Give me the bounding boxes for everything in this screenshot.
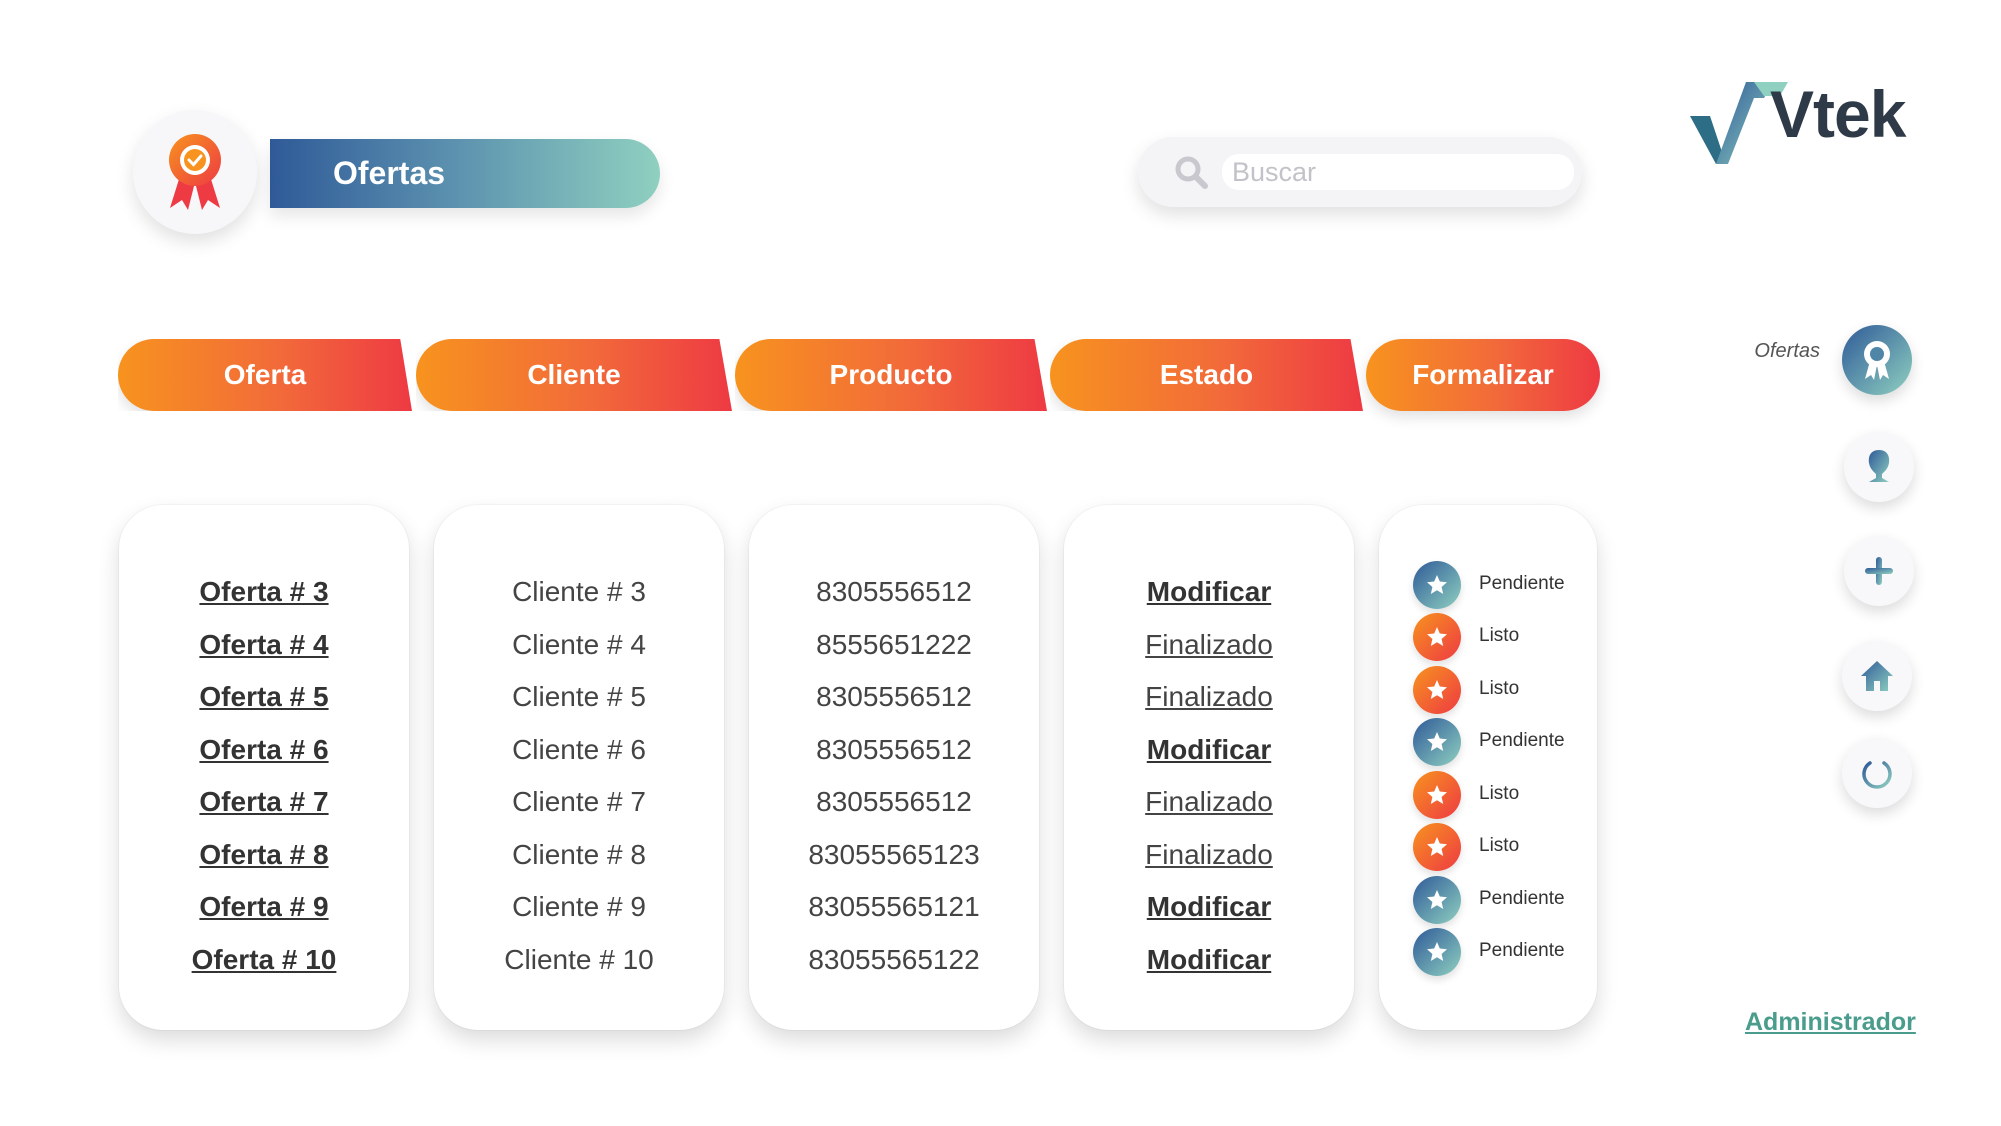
award-ribbon-icon [1864, 341, 1890, 380]
search-input[interactable] [1222, 154, 1574, 190]
home-icon [1861, 661, 1893, 691]
estado-modificar-link[interactable]: Modificar [1064, 943, 1354, 977]
estado-modificar-link[interactable]: Modificar [1064, 575, 1354, 609]
nav-home-button[interactable] [1842, 641, 1912, 711]
oferta-link[interactable]: Oferta # 9 [119, 890, 409, 924]
oferta-link[interactable]: Oferta # 7 [119, 785, 409, 819]
plus-icon [1865, 557, 1893, 585]
producto-cell: 8305556512 [816, 734, 972, 765]
star-icon [1427, 785, 1447, 804]
administrador-link[interactable]: Administrador [1745, 1008, 1916, 1037]
status-label: Listo [1479, 625, 1520, 646]
status-row[interactable]: Listo [1379, 613, 1597, 663]
star-icon [1427, 575, 1447, 594]
status-label: Pendiente [1479, 730, 1565, 751]
cliente-cell: Cliente # 3 [512, 576, 646, 607]
oferta-link[interactable]: Oferta # 5 [119, 680, 409, 714]
status-listo-icon[interactable] [1413, 613, 1461, 661]
producto-column-card: 8305556512 8555651222 8305556512 8305556… [749, 505, 1039, 1030]
star-icon [1427, 680, 1447, 699]
cliente-cell: Cliente # 10 [504, 944, 654, 975]
cliente-column-card: Cliente # 3 Cliente # 4 Cliente # 5 Clie… [434, 505, 724, 1030]
star-icon [1427, 890, 1447, 909]
status-row[interactable]: Listo [1379, 771, 1597, 821]
oferta-link[interactable]: Oferta # 8 [119, 838, 409, 872]
power-icon [1862, 756, 1892, 789]
status-row[interactable]: Pendiente [1379, 928, 1597, 978]
ofertas-badge [133, 110, 257, 234]
search-icon [1175, 156, 1208, 189]
cliente-cell: Cliente # 7 [512, 786, 646, 817]
vtek-logo: Vtek [1688, 77, 1918, 166]
producto-cell: 8555651222 [816, 629, 972, 660]
status-pendiente-icon[interactable] [1413, 718, 1461, 766]
column-header-cliente[interactable]: Cliente [416, 339, 732, 411]
cliente-cell: Cliente # 5 [512, 681, 646, 712]
status-listo-icon[interactable] [1413, 771, 1461, 819]
estado-modificar-link[interactable]: Modificar [1064, 890, 1354, 924]
status-label: Pendiente [1479, 940, 1565, 961]
estado-finalizado-link[interactable]: Finalizado [1064, 680, 1354, 714]
estado-modificar-link[interactable]: Modificar [1064, 733, 1354, 767]
status-row[interactable]: Listo [1379, 823, 1597, 873]
status-row[interactable]: Pendiente [1379, 718, 1597, 768]
cliente-cell: Cliente # 9 [512, 891, 646, 922]
column-header-producto[interactable]: Producto [735, 339, 1047, 411]
oferta-link[interactable]: Oferta # 3 [119, 575, 409, 609]
oferta-link[interactable]: Oferta # 10 [119, 943, 409, 977]
nav-logout-button[interactable] [1842, 738, 1912, 808]
status-label: Listo [1479, 783, 1520, 804]
star-icon [1427, 942, 1447, 961]
status-label: Listo [1479, 835, 1520, 856]
status-pendiente-icon[interactable] [1413, 561, 1461, 609]
formalizar-column-card: Pendiente Listo Listo Pendiente Listo Li… [1379, 505, 1597, 1030]
status-listo-icon[interactable] [1413, 666, 1461, 714]
search-bar[interactable] [1138, 137, 1582, 207]
producto-cell: 83055565121 [808, 891, 980, 922]
star-icon [1427, 837, 1447, 856]
producto-cell: 8305556512 [816, 681, 972, 712]
producto-cell: 83055565122 [808, 944, 980, 975]
estado-column-card: Modificar Finalizado Finalizado Modifica… [1064, 505, 1354, 1030]
award-ribbon-icon [169, 134, 221, 210]
status-pendiente-icon[interactable] [1413, 928, 1461, 976]
nav-clientes-button[interactable] [1844, 432, 1914, 502]
status-label: Listo [1479, 678, 1520, 699]
star-icon [1427, 627, 1447, 646]
user-icon [1868, 450, 1890, 482]
producto-cell: 8305556512 [816, 786, 972, 817]
star-icon [1427, 732, 1447, 751]
nav-add-button[interactable] [1844, 536, 1914, 606]
page-title: Ofertas [270, 139, 660, 208]
estado-finalizado-link[interactable]: Finalizado [1064, 785, 1354, 819]
status-row[interactable]: Pendiente [1379, 876, 1597, 926]
cliente-cell: Cliente # 4 [512, 629, 646, 660]
logo-text: Vtek [1770, 77, 1906, 151]
nav-ofertas-button[interactable] [1842, 325, 1912, 395]
cliente-cell: Cliente # 8 [512, 839, 646, 870]
status-pendiente-icon[interactable] [1413, 876, 1461, 924]
estado-finalizado-link[interactable]: Finalizado [1064, 838, 1354, 872]
cliente-cell: Cliente # 6 [512, 734, 646, 765]
estado-finalizado-link[interactable]: Finalizado [1064, 628, 1354, 662]
column-header-formalizar[interactable]: Formalizar [1366, 339, 1600, 411]
column-header-estado[interactable]: Estado [1050, 339, 1363, 411]
status-listo-icon[interactable] [1413, 823, 1461, 871]
oferta-link[interactable]: Oferta # 4 [119, 628, 409, 662]
producto-cell: 8305556512 [816, 576, 972, 607]
status-label: Pendiente [1479, 573, 1565, 594]
oferta-link[interactable]: Oferta # 6 [119, 733, 409, 767]
status-row[interactable]: Pendiente [1379, 561, 1597, 611]
producto-cell: 83055565123 [808, 839, 980, 870]
status-label: Pendiente [1479, 888, 1565, 909]
nav-active-label: Ofertas [1754, 340, 1820, 362]
status-row[interactable]: Listo [1379, 666, 1597, 716]
oferta-column-card: Oferta # 3 Oferta # 4 Oferta # 5 Oferta … [119, 505, 409, 1030]
column-header-oferta[interactable]: Oferta [118, 339, 412, 411]
